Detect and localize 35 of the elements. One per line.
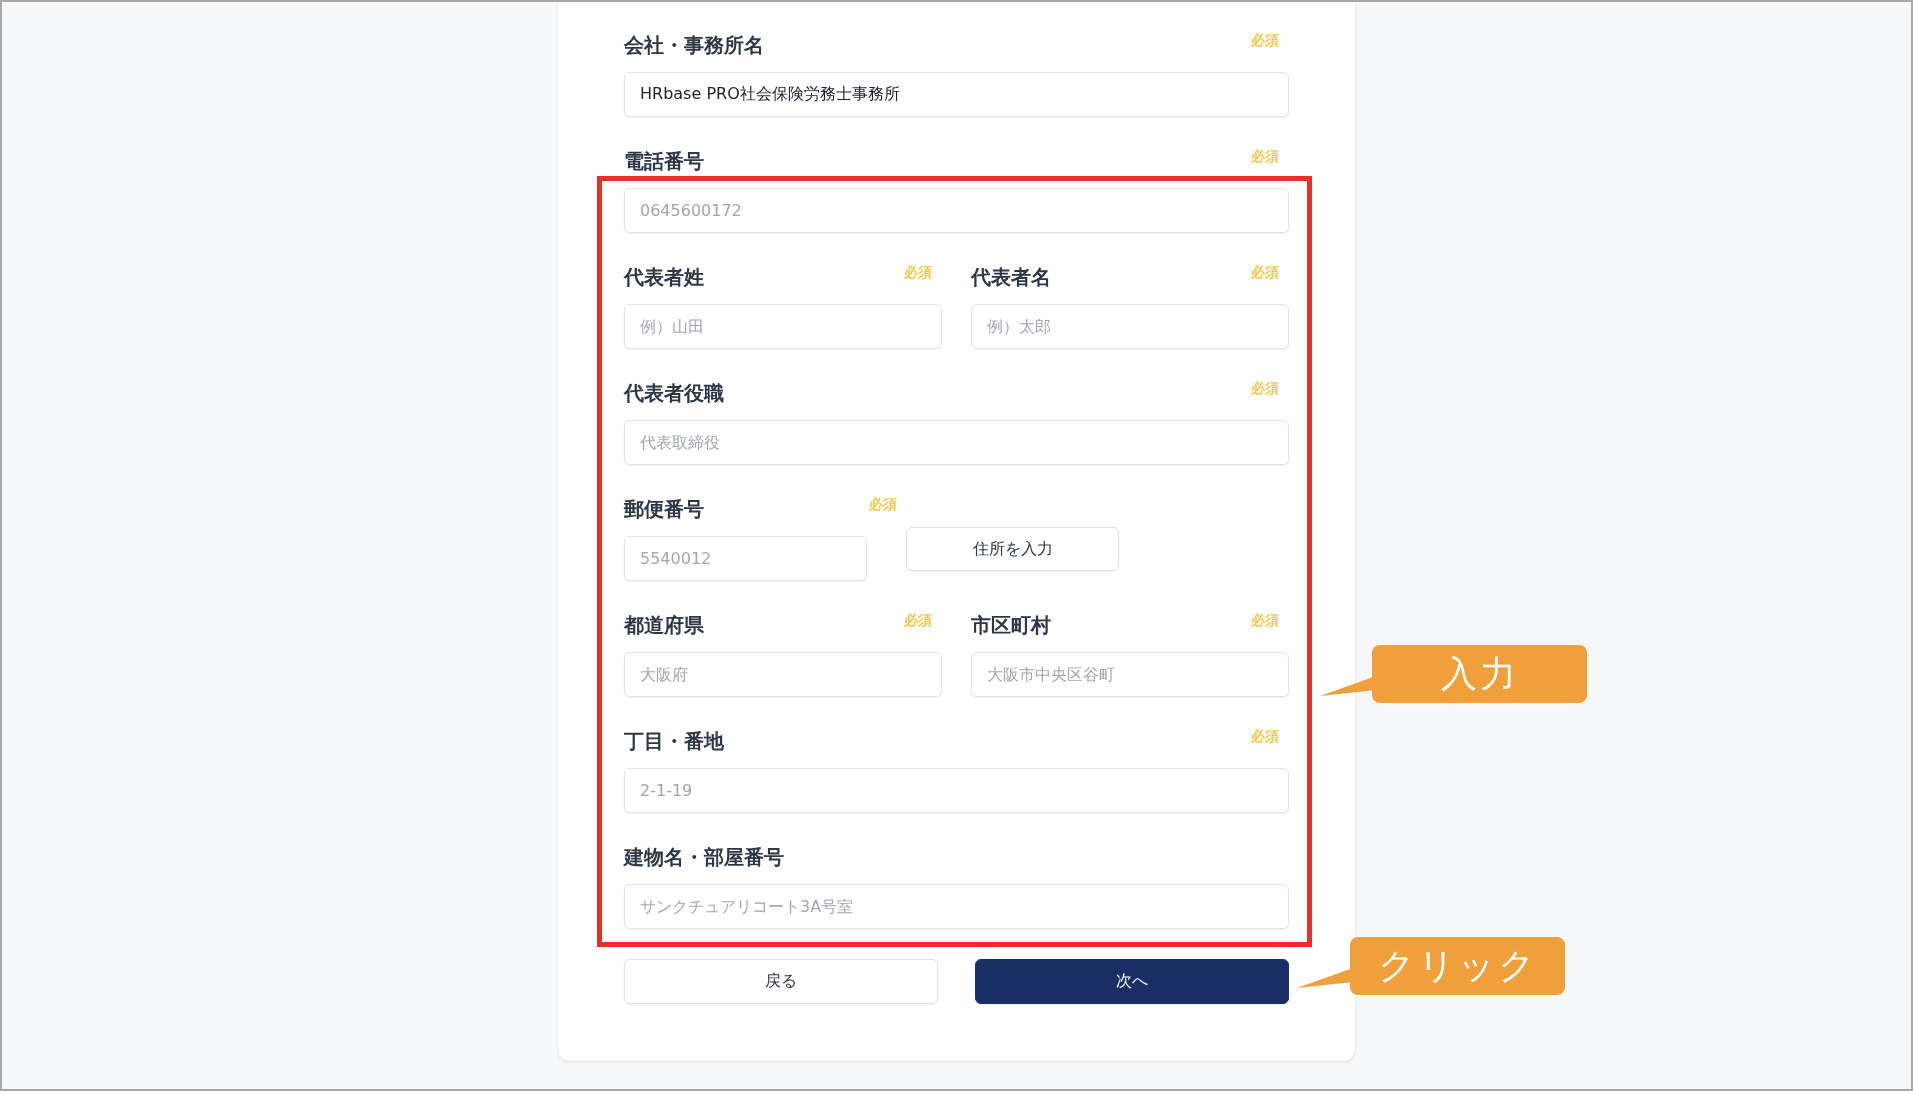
field-label: 代表者名 (971, 264, 1051, 291)
next-button[interactable]: 次へ (975, 959, 1289, 1004)
callout-label: 入力 (1372, 645, 1587, 703)
input-field[interactable]: 例）太郎 (971, 304, 1289, 349)
callout-pointer (1297, 966, 1353, 990)
field-label: 郵便番号 (624, 496, 704, 523)
required-label: 必須 (1251, 727, 1279, 746)
required-label: 必須 (904, 611, 932, 630)
address-lookup-button[interactable]: 住所を入力 (906, 527, 1119, 571)
required-label: 必須 (869, 495, 897, 514)
input-field[interactable]: 2-1-19 (624, 768, 1289, 813)
required-label: 必須 (1251, 263, 1279, 282)
field-label: 市区町村 (971, 612, 1051, 639)
required-label: 必須 (1251, 611, 1279, 630)
required-label: 必須 (1251, 147, 1279, 166)
input-field[interactable]: HRbase PRO社会保険労務士事務所 (624, 72, 1289, 117)
field-label: 都道府県 (624, 612, 704, 639)
field-label: 丁目・番地 (624, 728, 724, 755)
field-label: 建物名・部屋番号 (624, 844, 784, 871)
required-label: 必須 (1251, 379, 1279, 398)
field-label: 電話番号 (624, 148, 704, 175)
required-label: 必須 (904, 263, 932, 282)
back-button[interactable]: 戻る (624, 959, 938, 1004)
input-field[interactable]: 0645600172 (624, 188, 1289, 233)
callout-label: クリック (1350, 937, 1565, 995)
field-label: 会社・事務所名 (624, 32, 764, 59)
field-label: 代表者姓 (624, 264, 704, 291)
input-field[interactable]: 大阪府 (624, 652, 942, 697)
input-field[interactable]: 代表取締役 (624, 420, 1289, 465)
input-field[interactable]: 例）山田 (624, 304, 942, 349)
input-field[interactable]: サンクチュアリコート3A号室 (624, 884, 1289, 929)
field-label: 代表者役職 (624, 380, 724, 407)
required-label: 必須 (1251, 31, 1279, 50)
input-field[interactable]: 大阪市中央区谷町 (971, 652, 1289, 697)
input-field[interactable]: 5540012 (624, 536, 867, 581)
